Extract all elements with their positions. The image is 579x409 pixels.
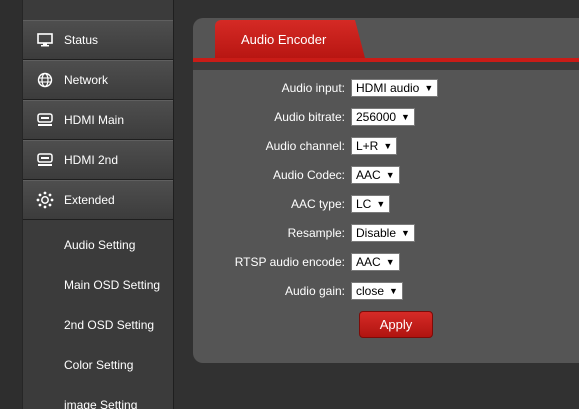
audio-gain-value: close	[356, 284, 385, 298]
audio-codec-label: Audio Codec:	[272, 168, 345, 182]
audio-input-value: HDMI audio	[356, 81, 420, 95]
row-audio-input: Audio input: HDMI audio ▼	[193, 78, 579, 98]
sidebar-subitem-color-setting[interactable]: Color Setting	[64, 355, 133, 375]
resample-label: Resample:	[287, 226, 345, 240]
hdmi-device-icon	[35, 110, 55, 130]
sidebar-item-hdmi-main[interactable]: HDMI Main	[23, 100, 173, 140]
sidebar-item-network[interactable]: Network	[23, 60, 173, 100]
sidebar-item-status[interactable]: Status	[23, 20, 173, 60]
audio-bitrate-label: Audio bitrate:	[274, 110, 345, 124]
audio-channel-value: L+R	[356, 139, 379, 153]
sidebar-subitem-audio-setting[interactable]: Audio Setting	[64, 235, 135, 255]
aac-type-select[interactable]: LC ▼	[351, 195, 391, 213]
row-audio-gain: Audio gain: close ▼	[193, 281, 579, 301]
audio-channel-label: Audio channel:	[265, 139, 345, 153]
monitor-icon	[35, 30, 55, 50]
audio-gain-label: Audio gain:	[284, 284, 345, 298]
sidebar-item-label: Status	[64, 33, 99, 47]
globe-icon	[35, 70, 55, 90]
sidebar-subitem-main-osd-setting[interactable]: Main OSD Setting	[64, 275, 160, 295]
sidebar-item-label: HDMI 2nd	[64, 153, 119, 167]
row-audio-channel: Audio channel: L+R ▼	[193, 136, 579, 156]
row-resample: Resample: Disable ▼	[193, 223, 579, 243]
rtsp-audio-encode-select[interactable]: AAC ▼	[351, 253, 400, 271]
row-rtsp-audio-encode: RTSP audio encode: AAC ▼	[193, 252, 579, 272]
tab-audio-encoder[interactable]: Audio Encoder	[215, 20, 365, 58]
row-aac-type: AAC type: LC ▼	[193, 194, 579, 214]
audio-input-select[interactable]: HDMI audio ▼	[351, 79, 439, 97]
chevron-down-icon: ▼	[424, 83, 434, 93]
sidebar: Status Network HDMI Main HDMI 2nd Extend…	[0, 0, 174, 409]
resample-value: Disable	[356, 226, 397, 240]
sidebar-subitem-2nd-osd-setting[interactable]: 2nd OSD Setting	[64, 315, 154, 335]
audio-gain-select[interactable]: close ▼	[351, 282, 403, 300]
apply-button[interactable]: Apply	[359, 311, 433, 338]
panel-header-band	[193, 62, 579, 70]
sidebar-item-label: Network	[64, 73, 109, 87]
audio-channel-select[interactable]: L+R ▼	[351, 137, 398, 155]
sidebar-item-extended[interactable]: Extended	[23, 180, 173, 220]
sidebar-item-hdmi-2nd[interactable]: HDMI 2nd	[23, 140, 173, 180]
chevron-down-icon: ▼	[385, 257, 395, 267]
chevron-down-icon: ▼	[385, 170, 395, 180]
row-audio-bitrate: Audio bitrate: 256000 ▼	[193, 107, 579, 127]
rtsp-audio-encode-label: RTSP audio encode:	[234, 255, 345, 269]
audio-bitrate-select[interactable]: 256000 ▼	[351, 108, 415, 126]
chevron-down-icon: ▼	[401, 112, 410, 122]
chevron-down-icon: ▼	[389, 286, 398, 296]
audio-bitrate-value: 256000	[356, 110, 397, 124]
chevron-down-icon: ▼	[401, 228, 410, 238]
audio-input-label: Audio input:	[281, 81, 345, 95]
resample-select[interactable]: Disable ▼	[351, 224, 415, 242]
sidebar-item-label: HDMI Main	[64, 113, 125, 127]
row-audio-codec: Audio Codec: AAC ▼	[193, 165, 579, 185]
rtsp-audio-encode-value: AAC	[356, 255, 381, 269]
aac-type-label: AAC type:	[290, 197, 345, 211]
audio-codec-value: AAC	[356, 168, 381, 182]
sidebar-item-label: Extended	[64, 193, 115, 207]
chevron-down-icon: ▼	[383, 141, 393, 151]
hdmi-device-icon	[35, 150, 55, 170]
aac-type-value: LC	[356, 197, 372, 211]
audio-codec-select[interactable]: AAC ▼	[351, 166, 400, 184]
sidebar-subitem-image-setting[interactable]: image Setting	[64, 395, 137, 409]
chevron-down-icon: ▼	[376, 199, 386, 209]
audio-encoder-panel: Audio Encoder Audio input: HDMI audio ▼ …	[193, 18, 579, 363]
gear-icon	[35, 190, 55, 210]
